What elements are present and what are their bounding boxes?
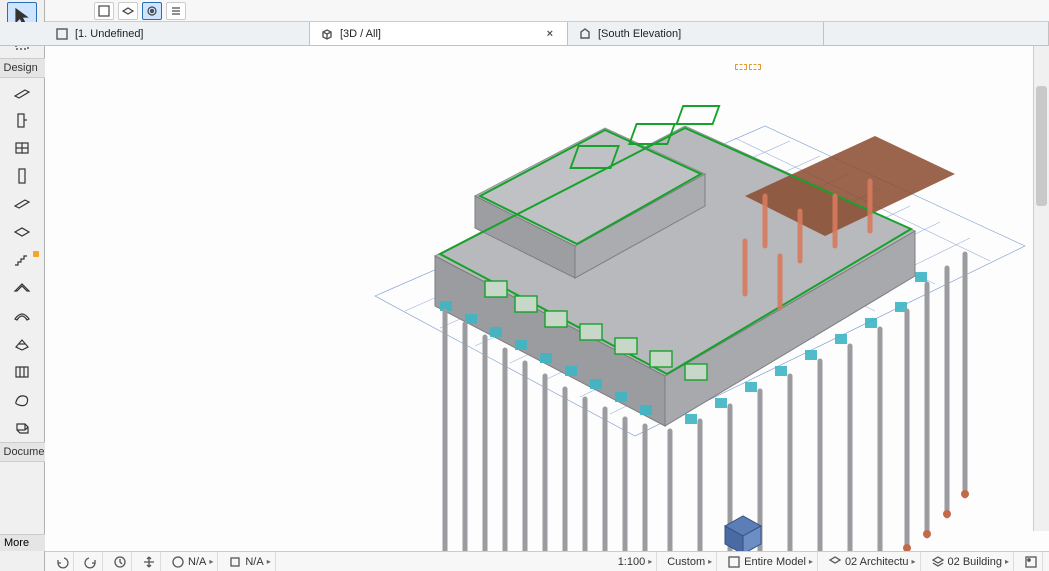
- undo-button[interactable]: [51, 552, 74, 571]
- pan-button[interactable]: [138, 552, 161, 571]
- qt-view-icon[interactable]: [142, 2, 162, 20]
- close-icon[interactable]: ×: [543, 28, 557, 40]
- more-label[interactable]: More: [0, 534, 45, 551]
- scrollbar-thumb[interactable]: [1036, 86, 1047, 206]
- roof-tool[interactable]: [7, 274, 37, 302]
- morph-tool[interactable]: [7, 386, 37, 414]
- vertical-scrollbar[interactable]: [1033, 46, 1049, 531]
- slab-tool[interactable]: [7, 218, 37, 246]
- quick-toolbar: [45, 0, 1049, 22]
- model-scope-selector[interactable]: Entire Model▸: [723, 552, 818, 571]
- redo-button[interactable]: [80, 552, 103, 571]
- na-indicator-1[interactable]: N/A▸: [167, 552, 218, 571]
- curtainwall-tool[interactable]: [7, 358, 37, 386]
- tab-label: [3D / All]: [340, 28, 381, 40]
- beam-tool[interactable]: [7, 190, 37, 218]
- door-tool[interactable]: [7, 106, 37, 134]
- render-button[interactable]: [1020, 552, 1043, 571]
- tab-undefined[interactable]: [1. Undefined]: [45, 22, 310, 45]
- tab-label: [South Elevation]: [598, 28, 681, 40]
- elevation-icon: [578, 27, 592, 41]
- object-tool[interactable]: [7, 414, 37, 442]
- document-tabs: [1. Undefined] [3D / All] × [South Eleva…: [0, 22, 1049, 46]
- zoom-mode-selector[interactable]: Custom▸: [663, 552, 717, 571]
- plan-icon: [55, 27, 69, 41]
- scale-selector[interactable]: 1:100▸: [614, 552, 658, 571]
- layer-combo-1[interactable]: 02 Architectu▸: [824, 552, 921, 571]
- tab-overflow[interactable]: [824, 22, 1049, 45]
- cube-icon: [320, 27, 334, 41]
- history-button[interactable]: [109, 552, 132, 571]
- tab-label: [1. Undefined]: [75, 28, 144, 40]
- status-bar: N/A▸ N/A▸ 1:100▸ Custom▸ Entire Model▸ 0…: [45, 551, 1049, 571]
- skylight-tool[interactable]: [7, 330, 37, 358]
- document-section-label: Docume: [0, 442, 45, 462]
- shell-tool[interactable]: [7, 302, 37, 330]
- tab-south-elevation[interactable]: [South Elevation]: [568, 22, 824, 45]
- 3d-viewport[interactable]: [45, 46, 1049, 551]
- qt-more-icon[interactable]: [166, 2, 186, 20]
- na-indicator-2[interactable]: N/A▸: [224, 552, 275, 571]
- window-tool[interactable]: [7, 134, 37, 162]
- toolbox: Design: [0, 0, 45, 571]
- tab-3d-all[interactable]: [3D / All] ×: [310, 22, 568, 45]
- model-canvas: [45, 46, 1049, 551]
- design-section-label: Design: [0, 58, 45, 78]
- column-tool[interactable]: [7, 162, 37, 190]
- qt-select-icon[interactable]: [94, 2, 114, 20]
- wall-tool[interactable]: [7, 78, 37, 106]
- stair-tool[interactable]: [7, 246, 37, 274]
- layer-combo-2[interactable]: 02 Building▸: [927, 552, 1014, 571]
- qt-layer-icon[interactable]: [118, 2, 138, 20]
